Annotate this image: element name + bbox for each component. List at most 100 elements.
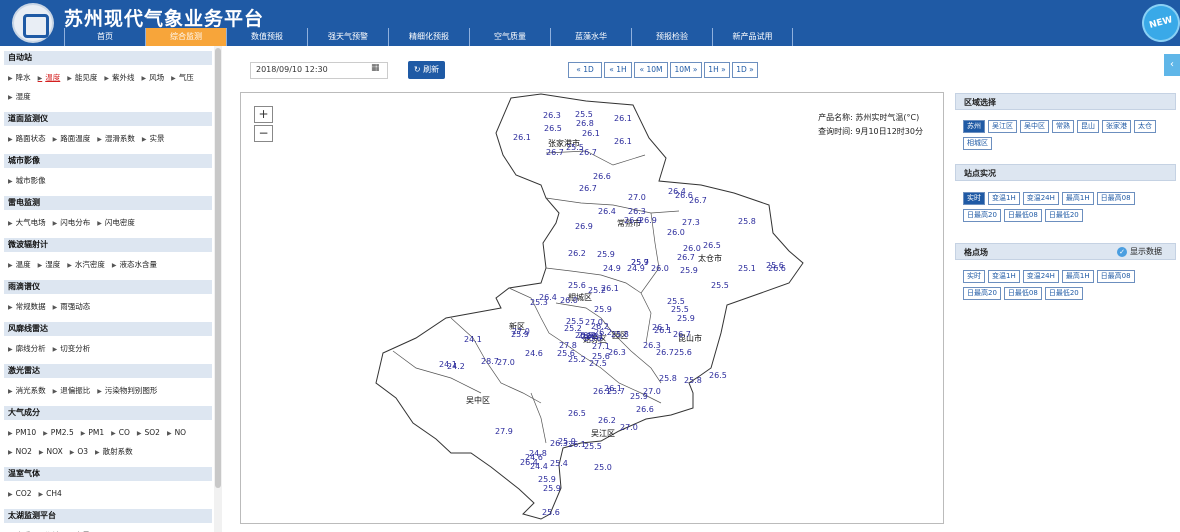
datetime-input[interactable]: 2018/09/10 12:30 [250,62,388,79]
sidebar-item[interactable]: 实景 [142,130,165,149]
option-button[interactable]: 张家港 [1102,120,1131,133]
sidebar-item[interactable]: NO [167,424,187,443]
option-button[interactable]: 日最低08 [1003,287,1042,300]
show-data-toggle[interactable]: ✓ 显示数据 [1117,246,1162,257]
sidebar-item[interactable]: 切变分析 [53,340,90,359]
suzhou-map[interactable]: 张家港市常熟市太仓市相城区新区姑苏区 园区 昆山市吴中区吴江区25.526.326.… [241,93,943,523]
sidebar-item[interactable]: 紫外线 [104,69,135,88]
sidebar-item[interactable]: 常规数据 [8,298,46,317]
calendar-icon[interactable]: ▦ [371,63,380,73]
sidebar-item[interactable]: 消光系数 [8,382,46,401]
option-button[interactable]: 相城区 [963,137,992,150]
option-button[interactable]: 变温24H [1022,270,1059,283]
sidebar-item[interactable]: 路面温度 [53,130,90,149]
nav-tab-1[interactable]: 综合监测 [145,28,226,46]
option-button[interactable]: 变温1H [988,192,1020,205]
sidebar-item[interactable]: 路面状态 [8,130,46,149]
sidebar-item[interactable]: 退偏振比 [53,382,90,401]
sidebar-item[interactable]: CH4 [39,485,62,504]
sidebar-item[interactable]: SO2 [137,424,160,443]
sidebar-item[interactable]: 闪电分布 [53,214,90,233]
sidebar-item[interactable]: PM2.5 [43,424,74,443]
sidebar-item[interactable]: 气压 [171,69,194,88]
sidebar-item[interactable]: PM1 [81,424,104,443]
sidebar-item[interactable]: 水质 [8,527,31,532]
zoom-in-button[interactable]: + [254,106,273,123]
time-step-button[interactable]: 1H » [704,62,730,78]
zoom-out-button[interactable]: − [254,125,273,142]
sidebar-item[interactable]: 大气电场 [8,214,46,233]
sidebar-item[interactable]: 实景 [67,527,90,532]
option-button[interactable]: 日最高20 [963,287,1001,300]
option-button[interactable]: 日最高20 [963,209,1001,222]
temperature-value: 26.5 [581,332,599,341]
sidebar-item[interactable]: NOX [39,443,63,462]
sidebar-item[interactable]: 污染物判别图形 [97,382,158,401]
option-button[interactable]: 日最低20 [1044,209,1083,222]
sidebar-scrollbar[interactable] [214,46,222,532]
refresh-button[interactable]: ↻ 刷新 [408,61,445,79]
sidebar-item[interactable]: 闪电密度 [97,214,135,233]
panel-collapse-tab[interactable]: ‹ [1164,54,1180,76]
option-button[interactable]: 吴中区 [1020,120,1049,133]
time-step-button[interactable]: 10M » [670,62,702,78]
nav-tab-0[interactable]: 首页 [64,28,145,46]
option-button[interactable]: 实时 [963,270,985,283]
sidebar-item[interactable]: 城市影像 [8,172,46,191]
option-button[interactable]: 昆山 [1077,120,1099,133]
option-button[interactable]: 最高1H [1061,270,1094,283]
option-button[interactable]: 常熟 [1052,120,1074,133]
temperature-value: 26.0 [560,296,578,305]
sidebar-item[interactable]: 水汽密度 [67,256,105,275]
option-button[interactable]: 变温24H [1022,192,1059,205]
sidebar-item[interactable]: NO2 [8,443,32,462]
sidebar-item[interactable]: 散射系数 [95,443,133,462]
nav-tab-8[interactable]: 新产品试用 [712,28,793,46]
sidebar-item[interactable]: 能见度 [67,69,98,88]
nav-tab-7[interactable]: 预报检验 [631,28,712,46]
nav-tab-4[interactable]: 精细化预报 [388,28,469,46]
sidebar-item[interactable]: 湖流 [38,527,60,532]
option-button[interactable]: 日最高08 [1096,192,1135,205]
sidebar-item[interactable]: 廓线分析 [8,340,46,359]
sidebar-item[interactable]: 湿度 [8,88,31,107]
nav-tab-2[interactable]: 数值预报 [226,28,307,46]
sidebar-item[interactable]: O3 [70,443,88,462]
temperature-value: 25.8 [659,374,677,383]
sidebar-item[interactable]: 降水 [8,69,31,88]
sidebar-item[interactable]: 湿度 [38,256,60,275]
option-button[interactable]: 实时 [963,192,985,205]
temperature-value: 25.9 [511,330,529,339]
option-button[interactable]: 日最低20 [1044,287,1083,300]
time-step-button[interactable]: « 1H [604,62,632,78]
temperature-value: 26.3 [550,439,568,448]
sidebar-item[interactable]: 温度 [38,69,60,88]
sidebar-item[interactable]: 液态水含量 [112,256,158,275]
sidebar-item[interactable]: CO2 [8,485,32,504]
nav-tab-3[interactable]: 强天气预警 [307,28,388,46]
sidebar-section-title: 道面监测仪 [4,112,212,126]
option-button[interactable]: 最高1H [1061,192,1094,205]
option-button[interactable]: 变温1H [988,270,1020,283]
sidebar-item[interactable]: 风场 [142,69,164,88]
option-button[interactable]: 吴江区 [988,120,1017,133]
sidebar-item[interactable]: CO [111,424,130,443]
time-step-button[interactable]: « 10M [634,62,668,78]
sidebar-item[interactable]: 温度 [8,256,31,275]
temperature-value: 26.7 [689,196,707,205]
map-panel[interactable]: 张家港市 常熟市 太仓市 相城区 新区 姑苏区 园区 昆山市 吴中区 吴江区 25.5 26.3 26.… [240,92,944,524]
option-button[interactable]: 苏州 [963,120,985,133]
sidebar-section-items: PM10 PM2.5 PM1 CO SO2 NO NO2 NOX O3 散射系数 [0,420,210,462]
time-step-button[interactable]: « 1D [568,62,602,78]
option-button[interactable]: 日最高08 [1096,270,1135,283]
option-button[interactable]: 太仓 [1134,120,1156,133]
sidebar-item[interactable]: PM10 [8,424,37,443]
temperature-value: 27.5 [589,359,607,368]
sidebar-item[interactable]: 湿滑系数 [97,130,135,149]
sidebar-item[interactable]: 雨强动态 [53,298,90,317]
nav-tab-6[interactable]: 蓝藻水华 [550,28,631,46]
nav-tab-5[interactable]: 空气质量 [469,28,550,46]
temperature-value: 26.3 [643,341,661,350]
time-step-button[interactable]: 1D » [732,62,758,78]
option-button[interactable]: 日最低08 [1003,209,1042,222]
